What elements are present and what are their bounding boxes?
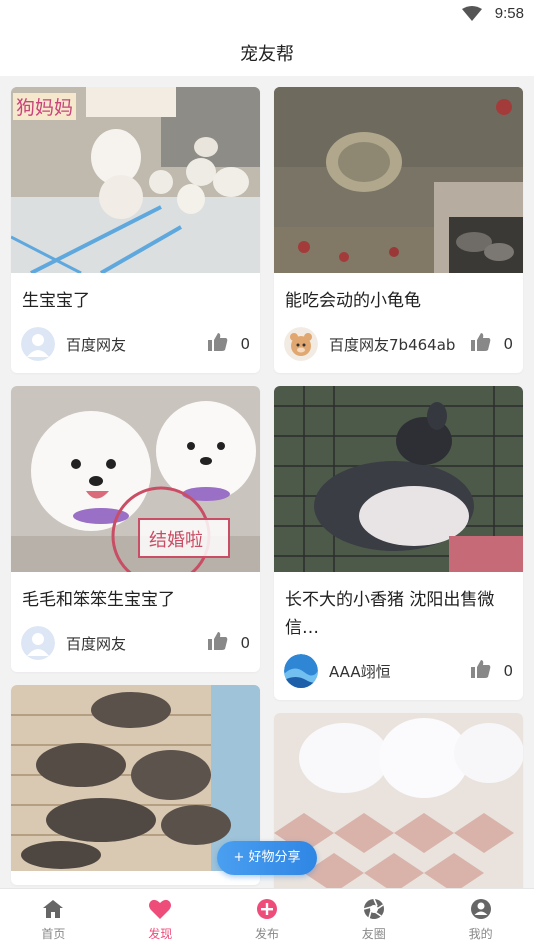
feed-column-right: 能吃会动的小龟龟 百度网友7b464ab 0 长不大的小香猪 沈阳出售微信… A… [274, 87, 523, 888]
thumbs-up-icon [471, 333, 491, 355]
avatar[interactable] [284, 327, 318, 361]
post-title: 毛毛和笨笨生宝宝了 [22, 590, 175, 610]
post-title: 生宝宝了 [22, 291, 90, 311]
page-title: 宠友帮 [240, 44, 294, 65]
image-stamp: 结婚啦 [149, 530, 203, 551]
tab-publish[interactable]: 发布 [214, 889, 321, 949]
post-title: 长不大的小香猪 沈阳出售微信… [285, 590, 495, 638]
post-title [11, 871, 260, 885]
aperture-icon [320, 898, 427, 920]
avatar[interactable] [21, 626, 55, 660]
bottom-tab-bar: 首页 发现 发布 友圈 我的 [0, 888, 534, 949]
post-footer: 百度网友 0 [11, 614, 260, 672]
post-title: 能吃会动的小龟龟 [285, 291, 421, 311]
tab-label: 发现 [148, 927, 173, 941]
like-button[interactable]: 0 [208, 632, 250, 654]
tab-profile[interactable]: 我的 [427, 889, 534, 949]
thumbs-up-icon [208, 333, 228, 355]
image-caption: 狗妈妈 [13, 93, 77, 120]
feed-column-left: 狗妈妈 生宝宝了 百度网友 0 结婚啦 毛毛和笨笨生宝宝了 百度网友 0 [11, 87, 260, 888]
tab-label: 友圈 [361, 927, 386, 941]
like-button[interactable]: 0 [471, 333, 513, 355]
tab-label: 首页 [41, 927, 66, 941]
post-card[interactable]: 能吃会动的小龟龟 百度网友7b464ab 0 [274, 87, 523, 373]
avatar[interactable] [21, 327, 55, 361]
tab-home[interactable]: 首页 [0, 889, 107, 949]
like-button[interactable]: 0 [208, 333, 250, 355]
post-footer: AAA翊恒 0 [274, 642, 523, 700]
like-button[interactable]: 0 [471, 660, 513, 682]
author-name[interactable]: 百度网友 [66, 633, 126, 654]
feed-grid[interactable]: 狗妈妈 生宝宝了 百度网友 0 结婚啦 毛毛和笨笨生宝宝了 百度网友 0 能吃会… [0, 76, 534, 888]
like-count: 0 [503, 335, 513, 353]
tab-discover[interactable]: 发现 [107, 889, 214, 949]
like-count: 0 [240, 634, 250, 652]
post-image[interactable] [274, 87, 523, 273]
post-footer: 百度网友 0 [11, 315, 260, 373]
author-name[interactable]: 百度网友7b464ab [329, 334, 455, 355]
like-count: 0 [503, 662, 513, 680]
author-name[interactable]: AAA翊恒 [329, 661, 391, 682]
thumbs-up-icon [208, 632, 228, 654]
tab-label: 发布 [254, 927, 279, 941]
post-image[interactable] [11, 685, 260, 871]
post-image[interactable]: 结婚啦 [11, 386, 260, 572]
status-bar: 9:58 [0, 0, 534, 28]
app-header: 宠友帮 [0, 28, 534, 76]
heart-icon [107, 898, 214, 920]
post-card[interactable]: 狗妈妈 生宝宝了 百度网友 0 [11, 87, 260, 373]
user-icon [427, 898, 534, 920]
share-button[interactable]: + 好物分享 [217, 841, 317, 875]
post-image[interactable] [274, 386, 523, 572]
wifi-icon [462, 6, 482, 26]
tab-label: 我的 [468, 927, 493, 941]
thumbs-up-icon [471, 660, 491, 682]
like-count: 0 [240, 335, 250, 353]
post-card[interactable]: 结婚啦 毛毛和笨笨生宝宝了 百度网友 0 [11, 386, 260, 672]
post-footer: 百度网友7b464ab 0 [274, 315, 523, 373]
post-card[interactable]: 长不大的小香猪 沈阳出售微信… AAA翊恒 0 [274, 386, 523, 700]
status-time: 9:58 [494, 5, 524, 22]
plus-circle-icon [214, 898, 321, 920]
author-name[interactable]: 百度网友 [66, 334, 126, 355]
tab-friends[interactable]: 友圈 [320, 889, 427, 949]
home-icon [0, 898, 107, 920]
avatar[interactable] [284, 654, 318, 688]
post-image[interactable]: 狗妈妈 [11, 87, 260, 273]
